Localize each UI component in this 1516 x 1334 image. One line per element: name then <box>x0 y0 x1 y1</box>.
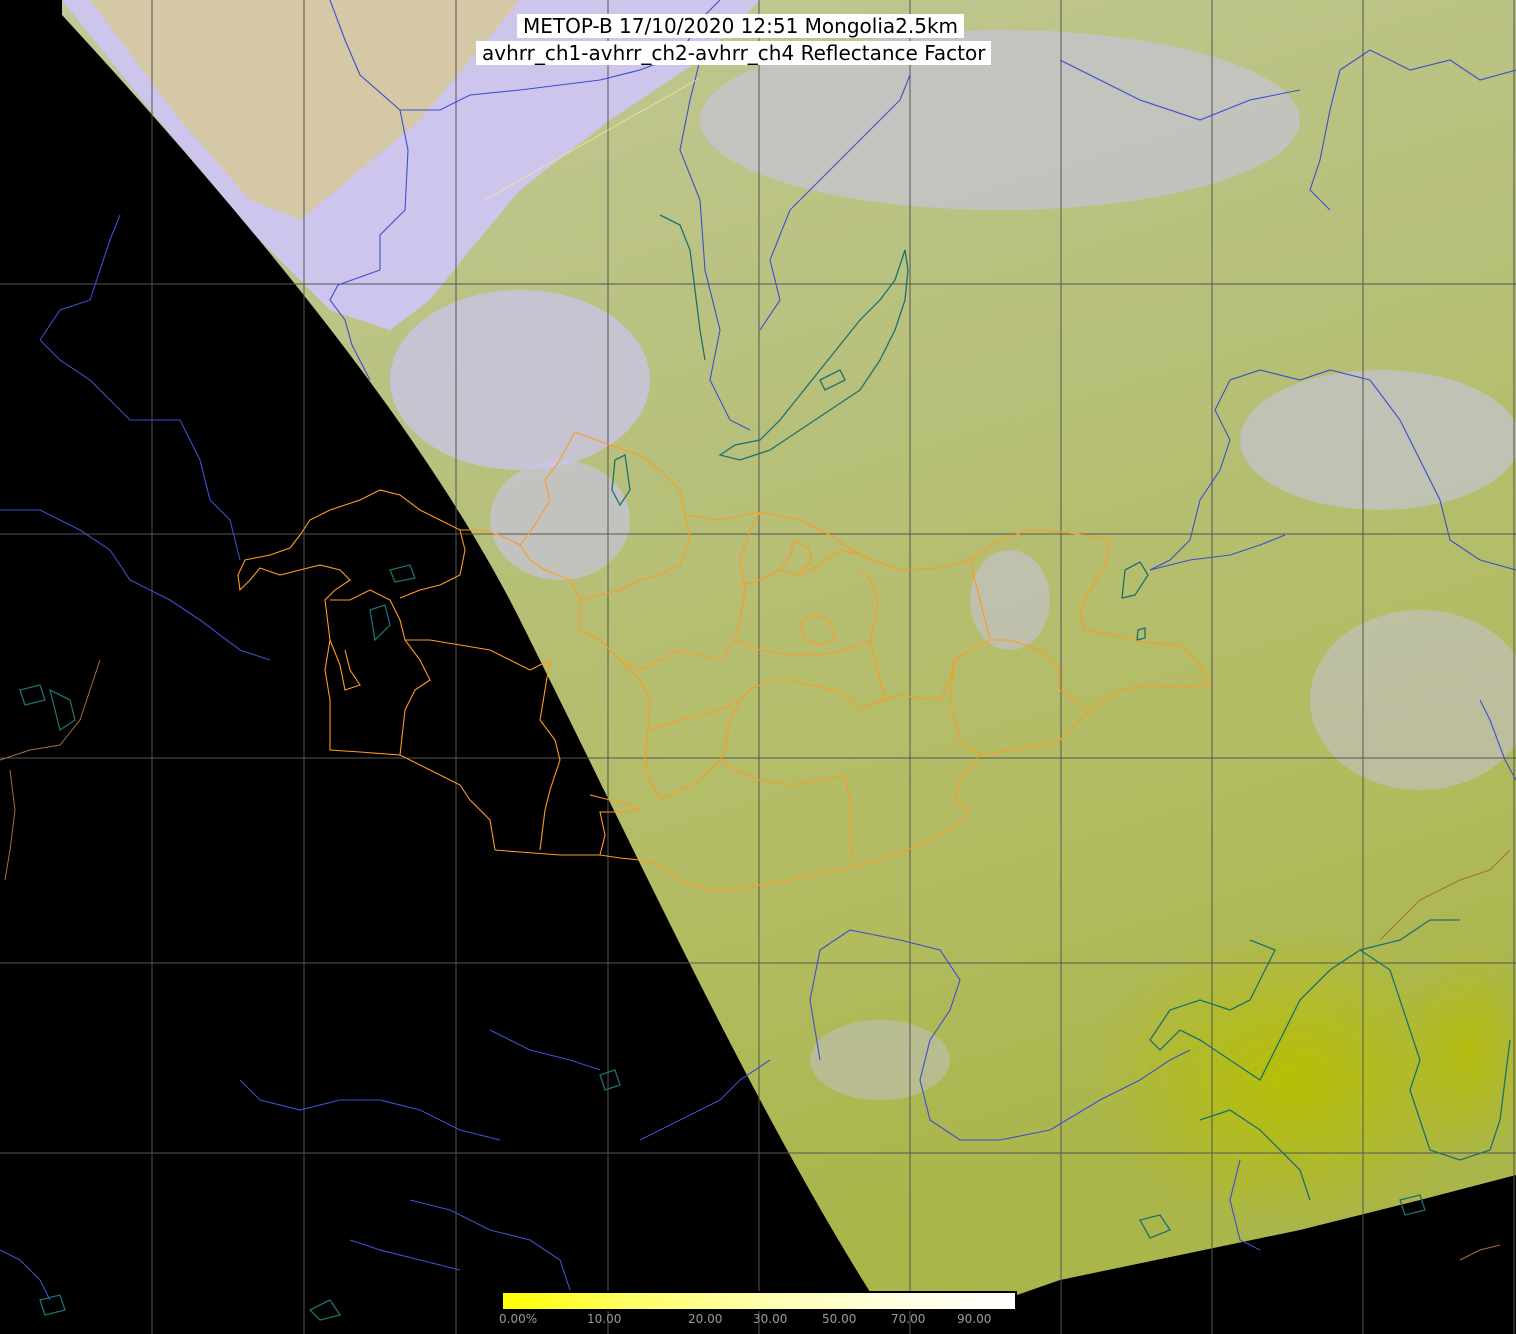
image-title-line1: METOP-B 17/10/2020 12:51 Mongolia2.5km <box>517 14 965 38</box>
image-title-line2: avhrr_ch1-avhrr_ch2-avhrr_ch4 Reflectanc… <box>476 41 992 65</box>
colorbar-label-2: 20.00 <box>688 1312 723 1326</box>
satellite-map <box>0 0 1516 1334</box>
cloud-area-central <box>970 550 1050 650</box>
colorbar-label-0: 0.00% <box>499 1312 538 1326</box>
colorbar-label-1: 10.00 <box>587 1312 622 1326</box>
colorbar <box>501 1291 1017 1311</box>
colorbar-label-3: 30.00 <box>753 1312 788 1326</box>
cloud-area-siberia <box>390 290 650 470</box>
cloud-area-south <box>810 1020 950 1100</box>
cloud-area-west-mongolia <box>490 460 630 580</box>
colorbar-label-4: 50.00 <box>822 1312 857 1326</box>
colorbar-label-5: 70.00 <box>891 1312 926 1326</box>
colorbar-label-6: 90.00 <box>957 1312 992 1326</box>
